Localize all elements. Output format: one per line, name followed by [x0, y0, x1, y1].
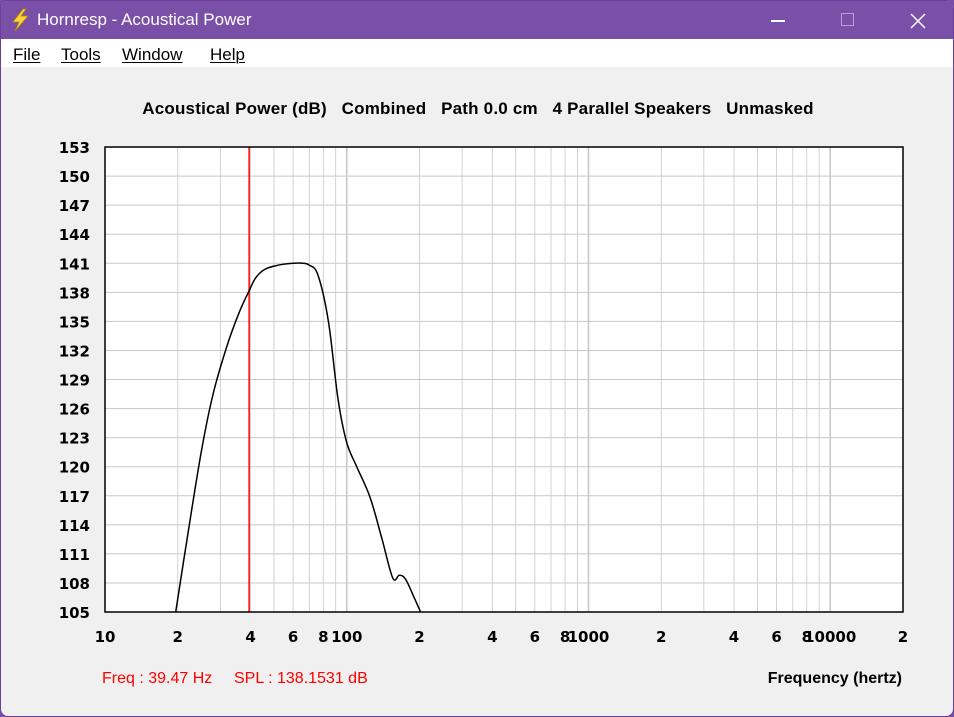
y-tick-label: 153 [59, 139, 90, 157]
x-tick-label: 2 [898, 628, 908, 646]
x-tick-label: 4 [245, 628, 255, 646]
x-axis-label: Frequency (hertz) [767, 670, 902, 687]
y-tick-label: 141 [59, 255, 90, 273]
y-tick-label: 144 [59, 226, 90, 244]
y-tick-label: 114 [59, 517, 90, 535]
y-tick-label: 138 [59, 284, 90, 302]
x-tick-label: 10000 [804, 628, 856, 646]
y-tick-label: 150 [59, 168, 90, 186]
x-tick-label: 4 [729, 628, 739, 646]
y-tick-label: 105 [59, 604, 90, 622]
spl-readout: SPL : 138.1531 dB [234, 670, 368, 687]
x-tick-label: 4 [487, 628, 497, 646]
app-window: Hornresp - Acoustical Power File Tools W… [0, 0, 954, 717]
y-tick-label: 123 [59, 430, 90, 448]
frequency-readout: Freq : 39.47 Hz [102, 670, 213, 687]
x-tick-label: 100 [331, 628, 362, 646]
y-tick-label: 129 [59, 372, 90, 390]
x-tick-label: 6 [771, 628, 781, 646]
x-tick-label: 2 [656, 628, 666, 646]
y-tick-label: 117 [59, 488, 90, 506]
y-tick-label: 147 [59, 197, 90, 215]
y-tick-label: 120 [59, 459, 90, 477]
x-tick-label: 2 [414, 628, 424, 646]
y-tick-label: 111 [59, 546, 90, 564]
x-tick-label: 8 [318, 628, 328, 646]
x-tick-label: 2 [173, 628, 183, 646]
y-tick-label: 135 [59, 313, 90, 331]
x-tick-label: 6 [288, 628, 298, 646]
x-tick-label: 10 [95, 628, 116, 646]
x-tick-label: 6 [530, 628, 540, 646]
acoustical-power-chart[interactable]: 1051081111141171201231261291321351381411… [1, 1, 954, 717]
y-tick-label: 126 [59, 401, 90, 419]
y-tick-label: 132 [59, 342, 90, 360]
x-tick-label: 1000 [568, 628, 610, 646]
y-tick-label: 108 [59, 575, 90, 593]
